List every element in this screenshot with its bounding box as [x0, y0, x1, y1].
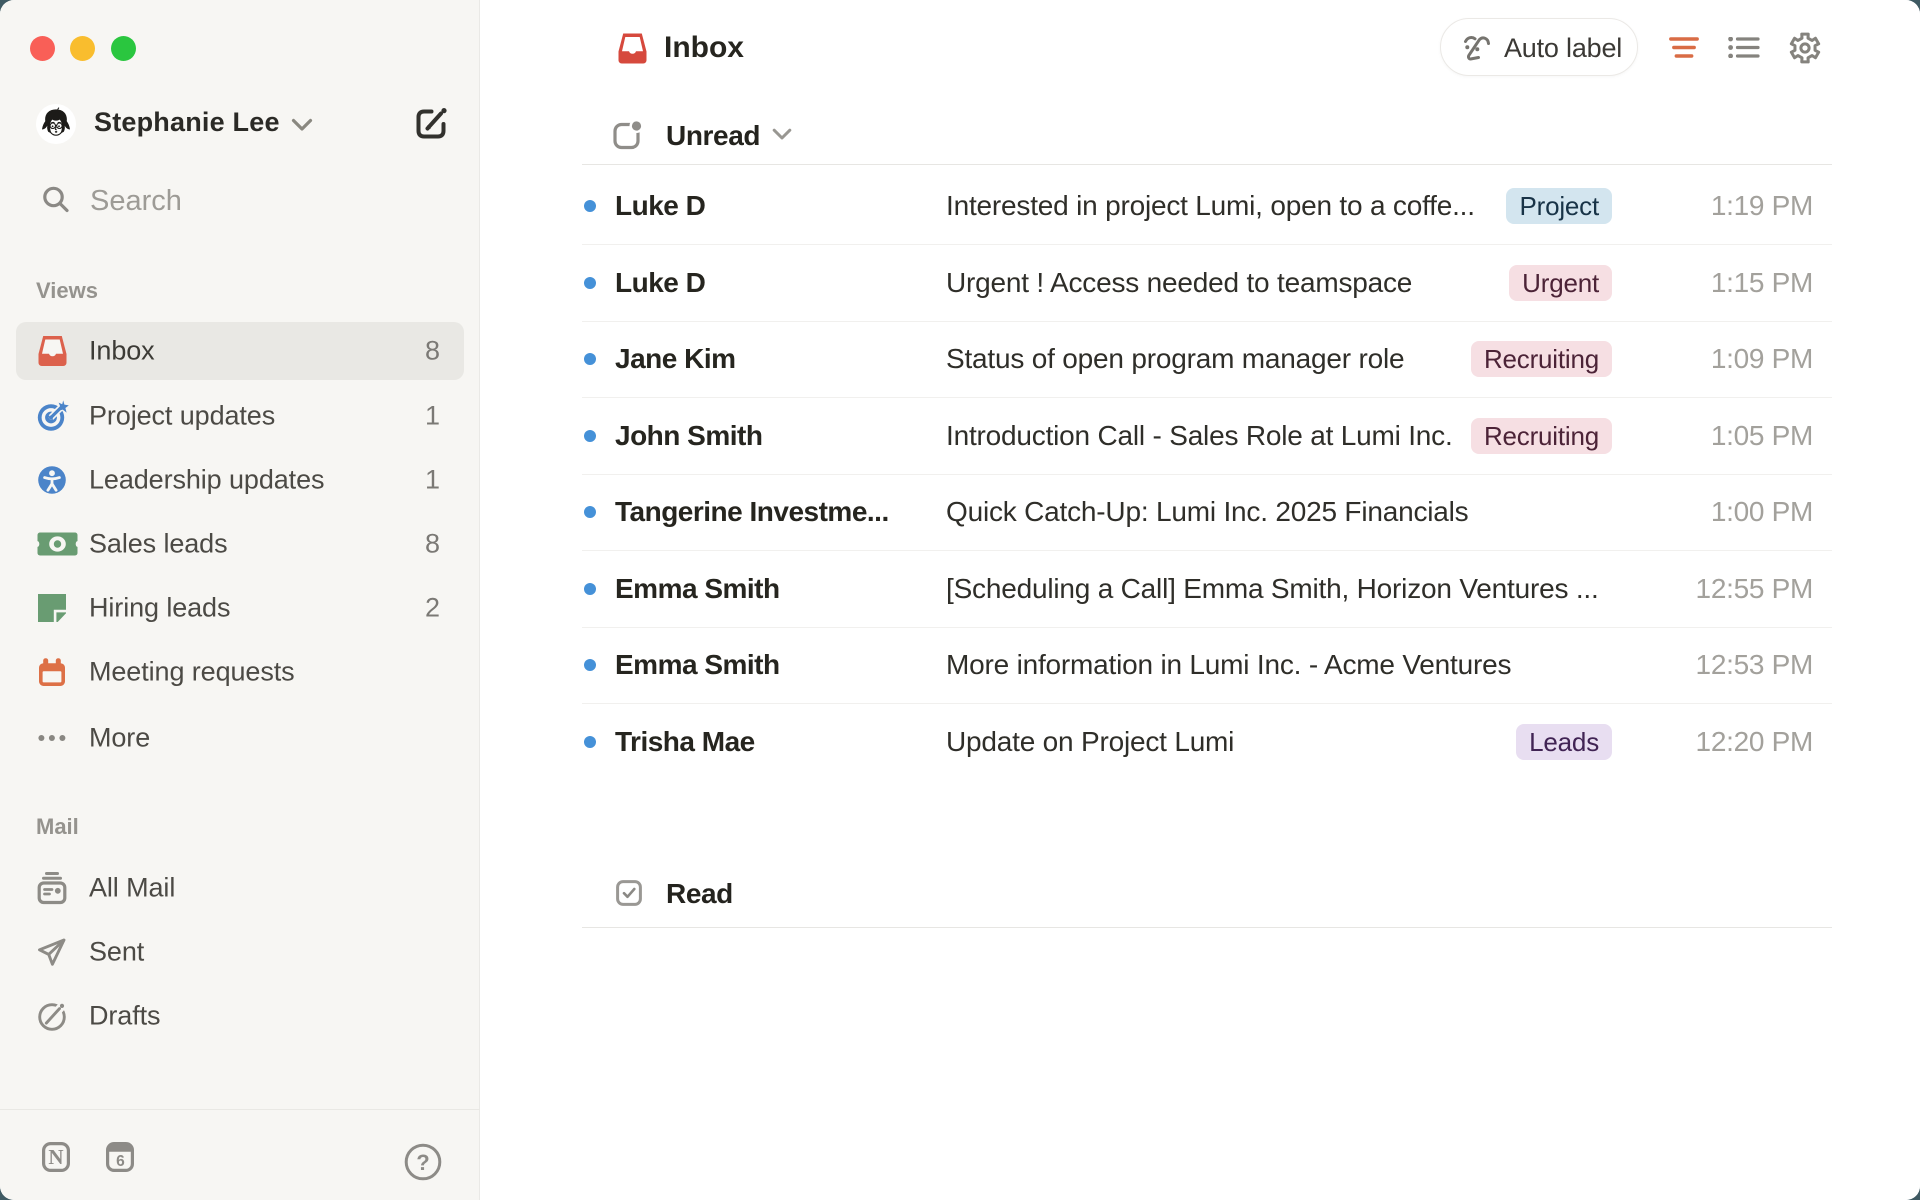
- svg-text:?: ?: [416, 1150, 429, 1175]
- svg-text:6: 6: [116, 1153, 125, 1170]
- svg-text:N: N: [48, 1145, 63, 1169]
